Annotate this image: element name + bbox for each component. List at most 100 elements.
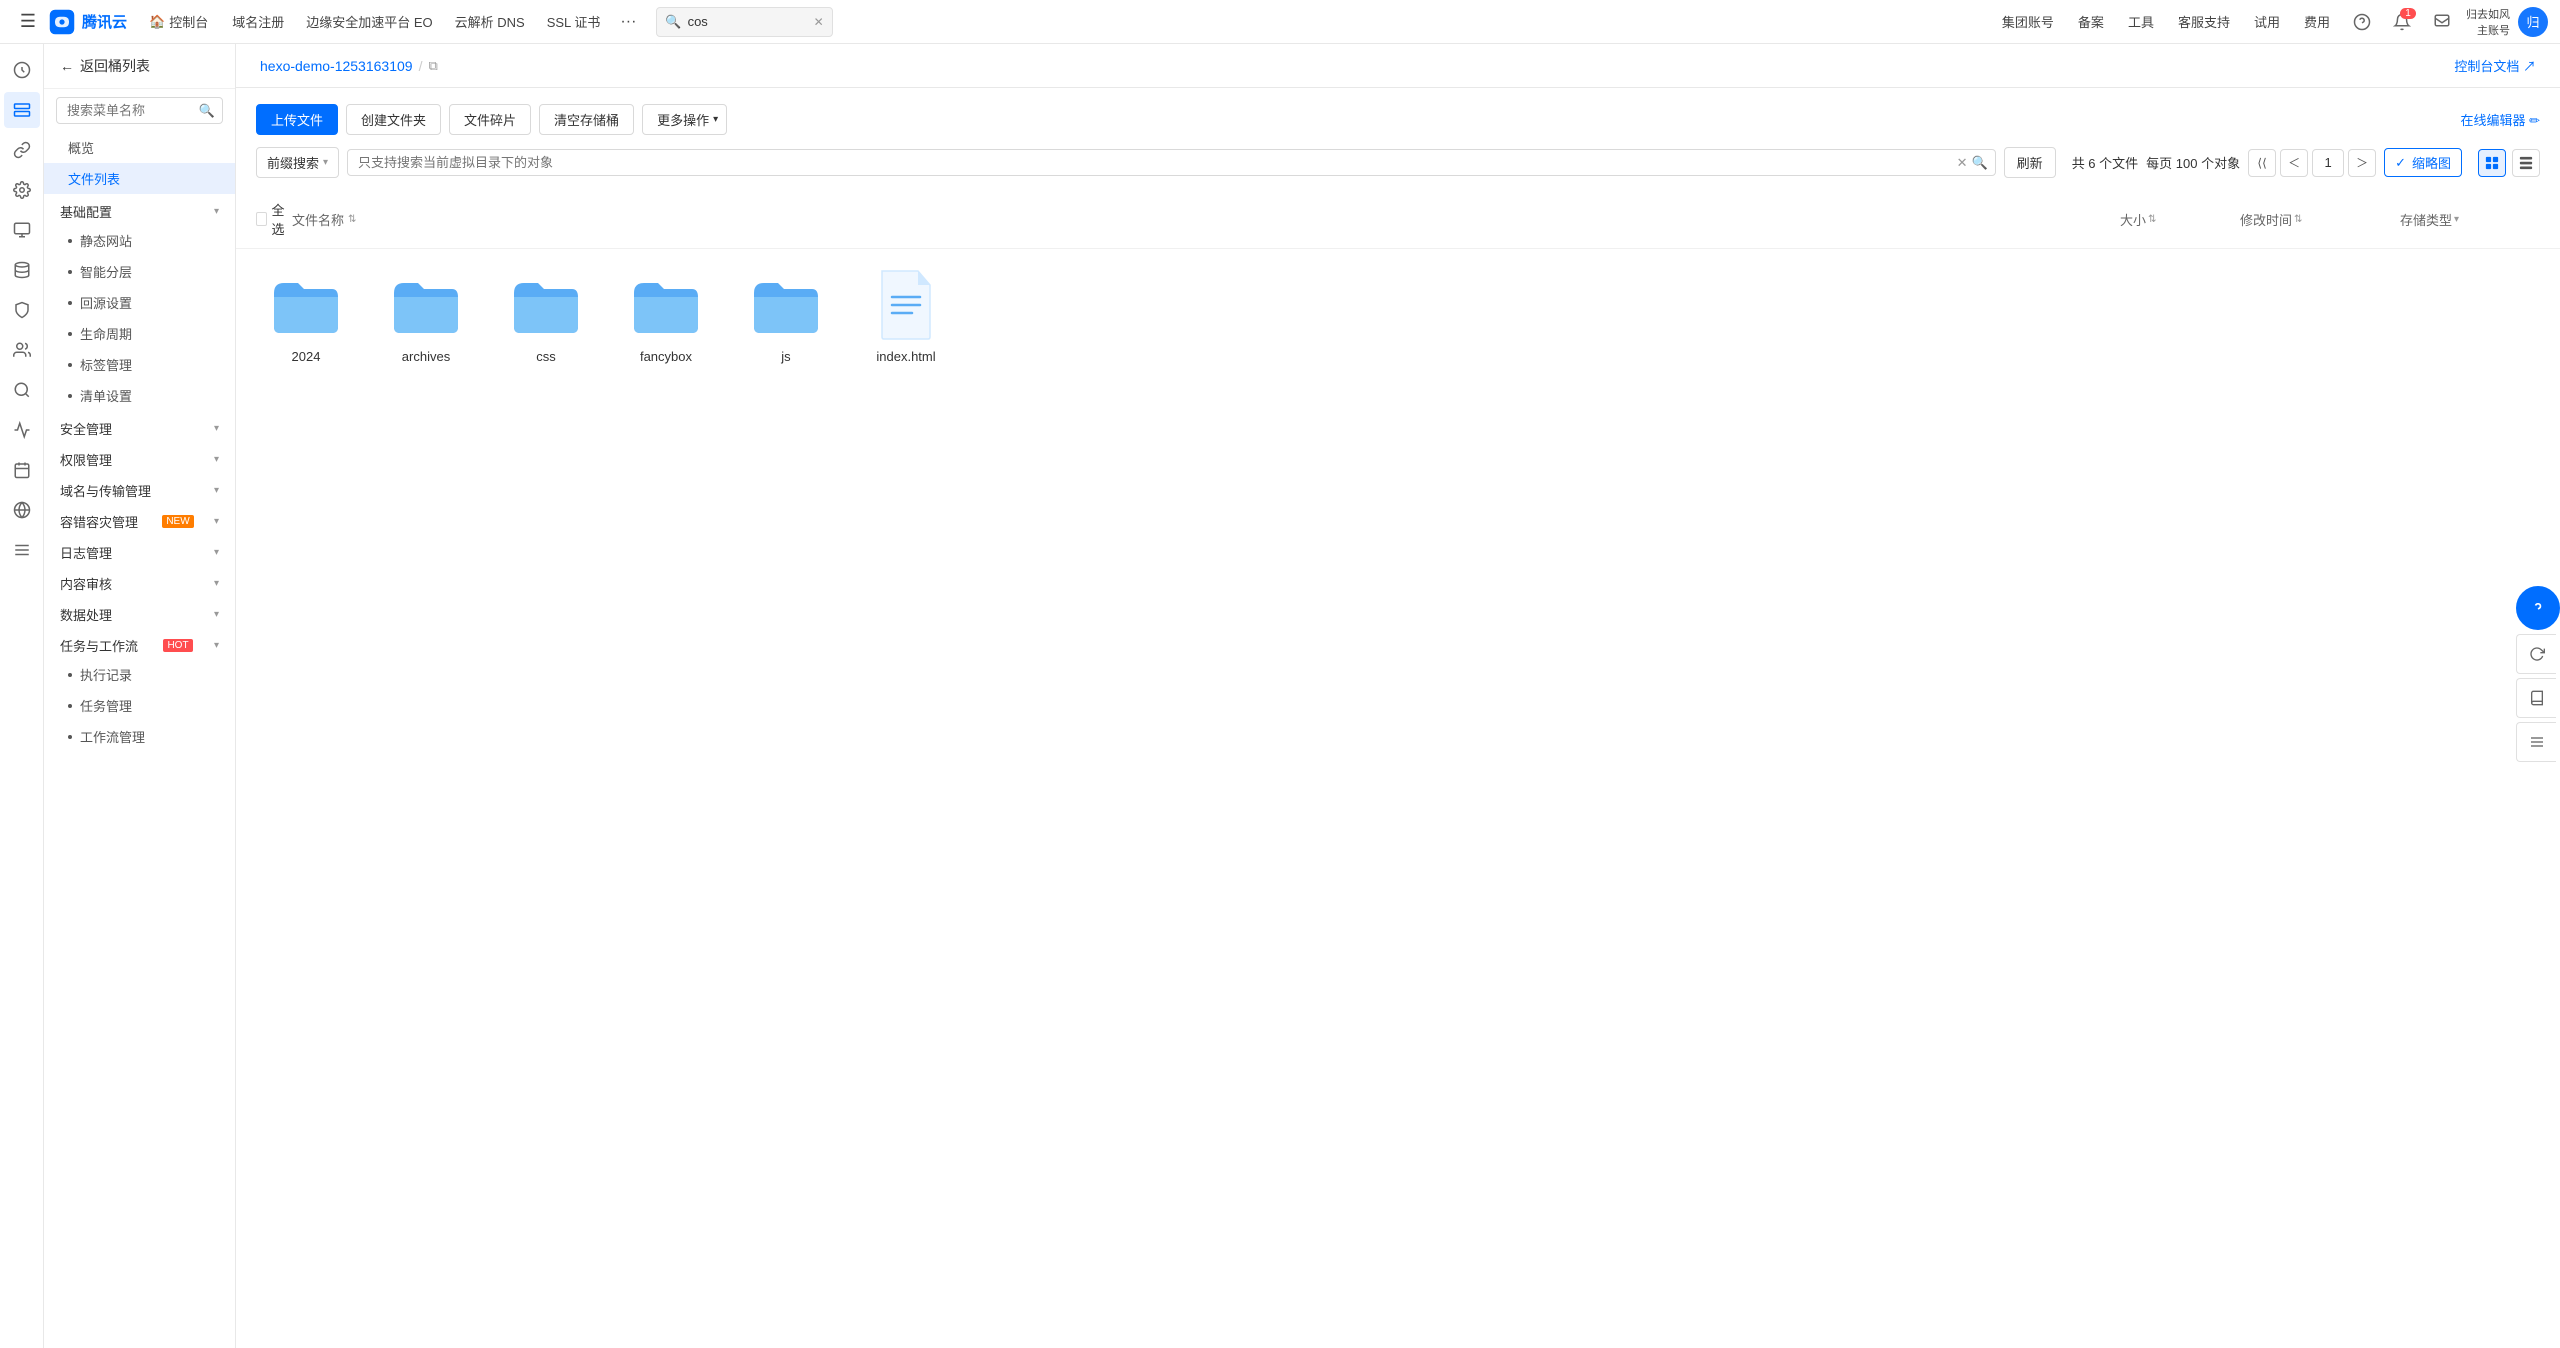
file-item-index-html[interactable]: index.html (856, 269, 956, 364)
nav-link-ssl[interactable]: SSL 证书 (537, 8, 611, 35)
filter-search-icon[interactable]: 🔍 (1971, 155, 1987, 171)
section-data-processing[interactable]: 数据处理 ▾ (44, 597, 235, 628)
file-grid: 2024 archives (236, 249, 2560, 1348)
search-bar-icon: 🔍 (665, 14, 681, 30)
logo[interactable]: 腾讯云 (48, 8, 127, 36)
name-sort-icon[interactable]: ⇅ (348, 214, 356, 225)
file-item-fancybox[interactable]: fancybox (616, 269, 716, 364)
section-permission[interactable]: 权限管理 ▾ (44, 442, 235, 473)
sidebar-icon-more-menu[interactable] (4, 532, 40, 568)
sidebar-icon-overview[interactable] (4, 52, 40, 88)
file-name-js: js (781, 349, 790, 364)
float-refresh-btn[interactable] (2516, 634, 2556, 674)
pagination-bar: 每页 100 个对象 ⟨⟨ ＜ 1 ＞ (2146, 149, 2376, 177)
more-actions-btn[interactable]: 更多操作 ▾ (642, 104, 727, 135)
size-sort-icon[interactable]: ⇅ (2148, 214, 2156, 225)
section-security[interactable]: 安全管理 ▾ (44, 411, 235, 442)
refresh-btn[interactable]: 刷新 (2004, 147, 2056, 178)
sidebar-icon-users[interactable] (4, 332, 40, 368)
online-editor-btn[interactable]: 在线编辑器 ✏ (2460, 110, 2540, 129)
menu-tag-management[interactable]: 标签管理 (44, 349, 235, 380)
right-float-buttons (2516, 586, 2560, 762)
sidebar-icon-location[interactable] (4, 492, 40, 528)
nav-beian[interactable]: 备案 (2070, 8, 2112, 35)
list-view-btn[interactable] (2512, 149, 2540, 177)
back-to-bucket-list-btn[interactable]: ← 返回桶列表 (44, 44, 235, 89)
sidebar-icon-data[interactable] (4, 252, 40, 288)
console-docs-link[interactable]: 控制台文档 ↗ (2454, 56, 2536, 75)
control-panel-btn[interactable]: 🏠 控制台 (139, 8, 218, 35)
search-input[interactable] (688, 14, 808, 29)
sidebar-icon-settings[interactable] (4, 172, 40, 208)
menu-file-list[interactable]: 文件列表 (44, 163, 235, 194)
sidebar-icon-task[interactable] (4, 452, 40, 488)
message-icon-btn[interactable] (2426, 6, 2458, 38)
nav-group-account[interactable]: 集团账号 (1994, 8, 2062, 35)
section-disaster-recovery[interactable]: 容错容灾管理 NEW ▾ (44, 504, 235, 535)
user-info[interactable]: 归去如风 主账号 (2466, 6, 2510, 38)
sidebar-icon-workflow[interactable] (4, 412, 40, 448)
hamburger-menu[interactable]: ☰ (12, 6, 44, 38)
clear-storage-btn[interactable]: 清空存储桶 (539, 104, 634, 135)
menu-execution-records[interactable]: 执行记录 (44, 659, 235, 690)
menu-task-management[interactable]: 任务管理 (44, 690, 235, 721)
float-docs-btn[interactable] (2516, 678, 2556, 718)
menu-list-settings[interactable]: 清单设置 (44, 380, 235, 411)
section-task-workflow[interactable]: 任务与工作流 HOT ▾ (44, 628, 235, 659)
sidebar-icon-security[interactable] (4, 292, 40, 328)
nav-tools[interactable]: 工具 (2120, 8, 2162, 35)
notification-bell-btn[interactable]: 1 (2386, 6, 2418, 38)
bucket-name-link[interactable]: hexo-demo-1253163109 (260, 58, 413, 74)
create-folder-btn[interactable]: 创建文件夹 (346, 104, 441, 135)
copy-path-btn[interactable]: ⧉ (428, 58, 437, 74)
sidebar-icon-monitor[interactable] (4, 212, 40, 248)
upload-file-btn[interactable]: 上传文件 (256, 104, 338, 135)
nav-link-domain[interactable]: 域名注册 (222, 8, 294, 35)
menu-workflow-management[interactable]: 工作流管理 (44, 721, 235, 752)
dot-icon (68, 270, 72, 274)
storage-filter-dropdown[interactable]: ▾ (2454, 214, 2459, 225)
nav-trial[interactable]: 试用 (2246, 8, 2288, 35)
grid-view-btn[interactable] (2478, 149, 2506, 177)
sidebar-icon-link[interactable] (4, 132, 40, 168)
file-item-js[interactable]: js (736, 269, 836, 364)
time-sort-icon[interactable]: ⇅ (2294, 214, 2302, 225)
help-icon-btn[interactable] (2346, 6, 2378, 38)
breadcrumb-bar: hexo-demo-1253163109 / ⧉ 控制台文档 ↗ (236, 44, 2560, 88)
prev-page-btn[interactable]: ＜ (2280, 149, 2308, 177)
nav-billing[interactable]: 费用 (2296, 8, 2338, 35)
menu-origin-settings[interactable]: 回源设置 (44, 287, 235, 318)
menu-overview[interactable]: 概览 (44, 132, 235, 163)
first-page-btn[interactable]: ⟨⟨ (2248, 149, 2276, 177)
file-item-css[interactable]: css (496, 269, 596, 364)
user-avatar[interactable]: 归 (2518, 7, 2548, 37)
select-all-checkbox[interactable] (256, 212, 267, 226)
filter-input[interactable] (347, 149, 1996, 176)
section-basic-config[interactable]: 基础配置 ▾ (44, 194, 235, 225)
menu-static-website[interactable]: 静态网站 (44, 225, 235, 256)
float-menu-btn[interactable] (2516, 722, 2556, 762)
float-support-btn[interactable] (2516, 586, 2560, 630)
nav-link-dns[interactable]: 云解析 DNS (445, 8, 535, 35)
file-name-archives: archives (402, 349, 450, 364)
menu-intelligent-tiering[interactable]: 智能分层 (44, 256, 235, 287)
nav-more-btn[interactable]: ··· (612, 9, 644, 35)
sidebar-icon-search[interactable] (4, 372, 40, 408)
nav-link-eo[interactable]: 边缘安全加速平台 EO (296, 8, 442, 35)
next-page-btn[interactable]: ＞ (2348, 149, 2376, 177)
menu-lifecycle[interactable]: 生命周期 (44, 318, 235, 349)
select-all-label[interactable]: 全选 (256, 200, 292, 238)
nav-support[interactable]: 客服支持 (2170, 8, 2238, 35)
section-log[interactable]: 日志管理 ▾ (44, 535, 235, 566)
file-item-2024[interactable]: 2024 (256, 269, 356, 364)
section-domain[interactable]: 域名与传输管理 ▾ (44, 473, 235, 504)
filter-clear-icon[interactable]: ✕ (1957, 155, 1968, 171)
section-content-audit[interactable]: 内容审核 ▾ (44, 566, 235, 597)
search-clear-btn[interactable]: ✕ (814, 15, 824, 29)
sidebar-icon-storage[interactable] (4, 92, 40, 128)
file-item-archives[interactable]: archives (376, 269, 476, 364)
filter-type-select[interactable]: 前缀搜索 ▾ (256, 147, 339, 178)
file-fragment-btn[interactable]: 文件碎片 (449, 104, 531, 135)
dot-icon (68, 332, 72, 336)
thumbnail-view-btn[interactable]: ✓ 缩略图 (2384, 148, 2462, 177)
